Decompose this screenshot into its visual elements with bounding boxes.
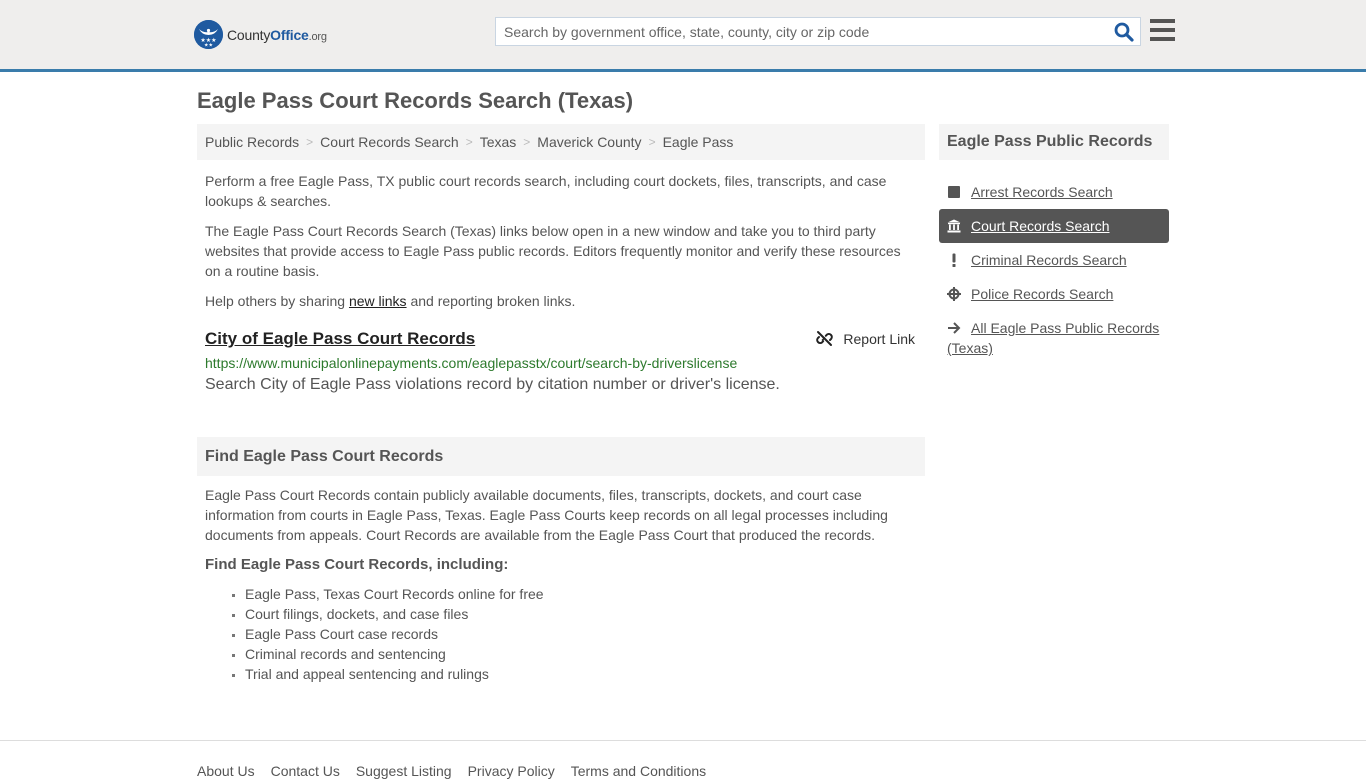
breadcrumb-texas[interactable]: Texas bbox=[480, 134, 517, 150]
site-footer: About Us Contact Us Suggest Listing Priv… bbox=[0, 740, 1366, 779]
footer-link-terms[interactable]: Terms and Conditions bbox=[571, 763, 706, 779]
record-url: https://www.municipalonlinepayments.com/… bbox=[205, 355, 738, 371]
list-item: Criminal records and sentencing bbox=[245, 644, 925, 664]
site-header: ★★★ ★★ CountyOffice.org bbox=[0, 0, 1366, 72]
search-bar bbox=[495, 17, 1141, 46]
crosshairs-icon bbox=[947, 284, 971, 304]
hamburger-menu-icon[interactable] bbox=[1150, 19, 1175, 41]
sidebar-item-label[interactable]: Court Records Search bbox=[971, 216, 1110, 236]
square-icon bbox=[947, 182, 971, 202]
search-icon[interactable] bbox=[1114, 22, 1134, 42]
site-logo[interactable]: ★★★ ★★ CountyOffice.org bbox=[194, 20, 327, 49]
breadcrumb-separator: > bbox=[523, 135, 531, 149]
eagle-seal-icon: ★★★ ★★ bbox=[194, 20, 223, 49]
find-section-heading: Find Eagle Pass Court Records bbox=[197, 437, 925, 476]
find-section-list: Eagle Pass, Texas Court Records online f… bbox=[197, 584, 925, 684]
footer-link-privacy-policy[interactable]: Privacy Policy bbox=[468, 763, 555, 779]
sidebar-item-criminal-records[interactable]: Criminal Records Search bbox=[939, 243, 1169, 277]
sidebar-item-arrest-records[interactable]: Arrest Records Search bbox=[939, 175, 1169, 209]
list-item: Eagle Pass, Texas Court Records online f… bbox=[245, 584, 925, 604]
list-item: Court filings, dockets, and case files bbox=[245, 604, 925, 624]
sidebar-item-label[interactable]: All Eagle Pass Public Records (Texas) bbox=[947, 320, 1159, 356]
footer-link-about-us[interactable]: About Us bbox=[197, 763, 255, 779]
breadcrumb-court-records-search[interactable]: Court Records Search bbox=[320, 134, 459, 150]
logo-text: CountyOffice.org bbox=[227, 26, 327, 43]
breadcrumb-public-records[interactable]: Public Records bbox=[205, 134, 299, 150]
intro-paragraph-3: Help others by sharing new links and rep… bbox=[205, 293, 576, 309]
svg-text:★★: ★★ bbox=[204, 43, 213, 49]
breadcrumb-separator: > bbox=[648, 135, 656, 149]
breadcrumb: Public Records > Court Records Search > … bbox=[197, 124, 925, 160]
report-link-label: Report Link bbox=[843, 330, 915, 347]
sidebar-heading: Eagle Pass Public Records bbox=[939, 124, 1169, 160]
sidebar-item-label[interactable]: Criminal Records Search bbox=[971, 250, 1127, 270]
new-links-link[interactable]: new links bbox=[349, 293, 407, 309]
intro-paragraph-1: Perform a free Eagle Pass, TX public cou… bbox=[205, 173, 887, 209]
sidebar-item-police-records[interactable]: Police Records Search bbox=[939, 277, 1169, 311]
sidebar-item-court-records[interactable]: Court Records Search bbox=[939, 209, 1169, 243]
footer-links: About Us Contact Us Suggest Listing Priv… bbox=[197, 763, 706, 779]
list-item: Eagle Pass Court case records bbox=[245, 624, 925, 644]
record-description: Search City of Eagle Pass violations rec… bbox=[205, 376, 780, 393]
breadcrumb-separator: > bbox=[465, 135, 473, 149]
sidebar-item-label[interactable]: Arrest Records Search bbox=[971, 182, 1113, 202]
sidebar-list: Arrest Records Search Court Records Sear… bbox=[939, 175, 1169, 365]
find-section-subheading: Find Eagle Pass Court Records, including… bbox=[205, 556, 509, 573]
main-content: Public Records > Court Records Search > … bbox=[197, 124, 925, 684]
report-link-button[interactable]: Report Link bbox=[816, 330, 915, 347]
page-title: Eagle Pass Court Records Search (Texas) bbox=[197, 88, 634, 113]
arrow-right-icon bbox=[947, 318, 971, 338]
footer-link-suggest-listing[interactable]: Suggest Listing bbox=[356, 763, 452, 779]
courthouse-icon bbox=[947, 216, 971, 236]
broken-link-icon bbox=[816, 331, 834, 346]
sidebar-item-label[interactable]: Police Records Search bbox=[971, 284, 1113, 304]
breadcrumb-maverick-county[interactable]: Maverick County bbox=[537, 134, 641, 150]
record-listing: City of Eagle Pass Court Records Report … bbox=[197, 329, 925, 394]
breadcrumb-separator: > bbox=[306, 135, 314, 149]
exclamation-icon bbox=[947, 250, 971, 270]
list-item: Trial and appeal sentencing and rulings bbox=[245, 664, 925, 684]
breadcrumb-eagle-pass[interactable]: Eagle Pass bbox=[663, 134, 734, 150]
sidebar-item-all-public-records[interactable]: All Eagle Pass Public Records (Texas) bbox=[939, 311, 1169, 365]
sidebar: Eagle Pass Public Records Arrest Records… bbox=[939, 124, 1169, 365]
record-title-link[interactable]: City of Eagle Pass Court Records bbox=[205, 329, 475, 349]
search-input[interactable] bbox=[496, 18, 1106, 45]
footer-link-contact-us[interactable]: Contact Us bbox=[271, 763, 340, 779]
intro-paragraph-2: The Eagle Pass Court Records Search (Tex… bbox=[205, 223, 901, 279]
intro-text: Perform a free Eagle Pass, TX public cou… bbox=[197, 171, 925, 311]
find-section-body: Eagle Pass Court Records contain publicl… bbox=[205, 487, 888, 543]
